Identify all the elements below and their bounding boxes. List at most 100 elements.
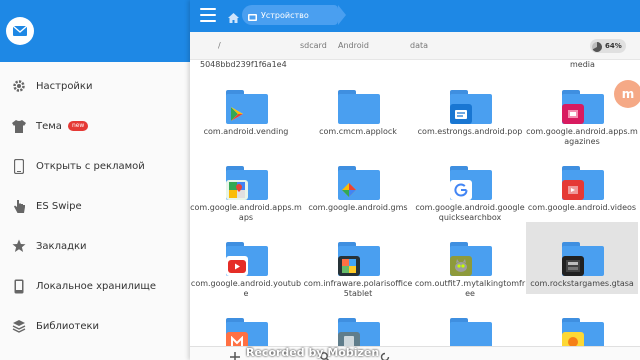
- folder-icon: [338, 318, 380, 346]
- folder-icon: [450, 318, 492, 346]
- storage-usage-indicator[interactable]: 64%: [590, 39, 626, 53]
- folder-item[interactable]: com.outfit7.mytalkingtomfree: [414, 222, 526, 298]
- app-m-icon: [226, 332, 248, 346]
- folder-name: com.cmcm.applock: [319, 127, 397, 136]
- drawer-item-label: Библиотеки: [36, 320, 100, 332]
- folder-icon: [450, 166, 492, 200]
- drawer-item-label: Тема: [36, 120, 62, 132]
- breadcrumb-android[interactable]: Android: [338, 41, 369, 50]
- path-chip-device[interactable]: Устройство: [242, 5, 346, 25]
- drawer-header: [0, 0, 190, 62]
- drawer-item-open-with-ads[interactable]: Открыть с рекламой: [0, 146, 190, 186]
- folder-item[interactable]: com.google.android.videos: [526, 146, 638, 218]
- folder-icon: [338, 90, 380, 124]
- hamburger-menu-icon[interactable]: [200, 8, 216, 22]
- folder-item[interactable]: com.infraware.polarisoffice5tablet: [302, 222, 414, 298]
- storage-percent: 64%: [605, 42, 622, 50]
- breadcrumb-data[interactable]: data: [410, 41, 428, 50]
- talking-tom-icon: [450, 256, 472, 276]
- drawer-item-libraries[interactable]: Библиотеки: [0, 306, 190, 346]
- folder-icon: [226, 242, 268, 276]
- folder-item[interactable]: [190, 298, 302, 346]
- recording-watermark: Recorded by Mobizen: [246, 346, 380, 359]
- library-icon: [0, 319, 36, 333]
- folder-icon: [338, 242, 380, 276]
- folder-name: com.infraware.polarisoffice5tablet: [303, 279, 413, 298]
- polaris-office-icon: [338, 256, 360, 276]
- shirt-icon: [0, 119, 36, 133]
- folder-item[interactable]: [526, 298, 638, 346]
- folder-icon: [450, 242, 492, 276]
- folder-name: com.google.android.youtube: [190, 279, 302, 298]
- folder-icon: [450, 90, 492, 124]
- folder-name: com.google.android.apps.magazines: [526, 127, 638, 146]
- google-magazines-icon: [562, 104, 584, 124]
- youtube-icon: [226, 256, 248, 276]
- play-store-icon: [226, 104, 248, 124]
- file-name-partial: 5048bbd239f1f6a1e4: [200, 60, 287, 69]
- chip-arrow: [338, 5, 346, 25]
- drawer-item-label: Закладки: [36, 240, 87, 252]
- folder-item[interactable]: [414, 298, 526, 346]
- folder-icon: [226, 90, 268, 124]
- star-icon: [0, 239, 36, 253]
- drawer-item-settings[interactable]: Настройки: [0, 66, 190, 106]
- google-maps-icon: [226, 180, 248, 200]
- home-icon[interactable]: [228, 8, 239, 27]
- refresh-icon[interactable]: [380, 347, 390, 360]
- top-toolbar: Устройство: [190, 0, 640, 32]
- file-browser-panel: Устройство / sdcard Android data 64% 504…: [190, 0, 640, 360]
- folder-icon: [562, 318, 604, 346]
- google-g-icon: [450, 180, 472, 200]
- device-storage-icon: [248, 6, 257, 25]
- app-icon: [338, 332, 360, 346]
- folder-name: com.rockstargames.gtasa: [530, 279, 634, 288]
- folder-item[interactable]: com.google.android.googlequicksearchbox: [414, 146, 526, 222]
- storage-pie-icon: [592, 37, 602, 56]
- drawer-item-local-storage[interactable]: Локальное хранилище: [0, 266, 190, 306]
- add-icon[interactable]: [230, 347, 240, 360]
- folder-item[interactable]: com.cmcm.applock: [302, 70, 414, 142]
- swipe-hand-icon: [0, 199, 36, 214]
- folder-name: com.google.android.apps.maps: [190, 203, 302, 222]
- folder-icon: [562, 166, 604, 200]
- folder-icon: [562, 90, 604, 124]
- folder-name: com.android.vending: [203, 127, 289, 136]
- folder-name: com.outfit7.mytalkingtomfree: [414, 279, 526, 298]
- es-explorer-icon: [450, 104, 472, 124]
- drawer-item-label: ES Swipe: [36, 200, 82, 212]
- folder-icon: [226, 166, 268, 200]
- folder-item-selected[interactable]: com.rockstargames.gtasa: [526, 222, 638, 294]
- folder-item[interactable]: com.android.vending: [190, 70, 302, 142]
- folder-item[interactable]: com.google.android.gms: [302, 146, 414, 218]
- folder-item[interactable]: com.estrongs.android.pop: [414, 70, 526, 142]
- drawer-item-label: Настройки: [36, 80, 93, 92]
- folder-icon: [226, 318, 268, 346]
- breadcrumb-sdcard[interactable]: sdcard: [300, 41, 327, 50]
- app-screen: Настройки Тема new Открыть с рекламой ES…: [0, 0, 640, 360]
- navigation-drawer: Настройки Тема new Открыть с рекламой ES…: [0, 0, 190, 360]
- new-badge: new: [67, 121, 89, 131]
- gta-sa-icon: [562, 256, 584, 276]
- mobizen-logo-icon: m: [614, 80, 640, 108]
- folder-name: com.estrongs.android.pop: [417, 127, 523, 136]
- breadcrumb: / sdcard Android data 64%: [190, 32, 640, 60]
- drawer-item-theme[interactable]: Тема new: [0, 106, 190, 146]
- folder-icon: [562, 242, 604, 276]
- folder-item[interactable]: com.google.android.youtube: [190, 222, 302, 298]
- app-icon: [562, 332, 584, 346]
- phone-storage-icon: [0, 279, 36, 294]
- folder-name: com.google.android.googlequicksearchbox: [415, 203, 525, 222]
- drawer-item-bookmarks[interactable]: Закладки: [0, 226, 190, 266]
- mail-icon[interactable]: [6, 17, 34, 45]
- drawer-item-es-swipe[interactable]: ES Swipe: [0, 186, 190, 226]
- google-play-services-icon: [338, 180, 360, 200]
- phone-icon: [0, 158, 36, 174]
- folder-item[interactable]: com.google.android.apps.maps: [190, 146, 302, 222]
- file-grid: 5048bbd239f1f6a1e4 media com.android.ven…: [190, 60, 640, 346]
- drawer-item-label: Открыть с рекламой: [36, 160, 145, 172]
- folder-item[interactable]: [302, 298, 414, 346]
- path-chip-label: Устройство: [261, 10, 309, 20]
- breadcrumb-root[interactable]: /: [218, 41, 221, 50]
- folder-name: com.google.android.videos: [527, 203, 637, 212]
